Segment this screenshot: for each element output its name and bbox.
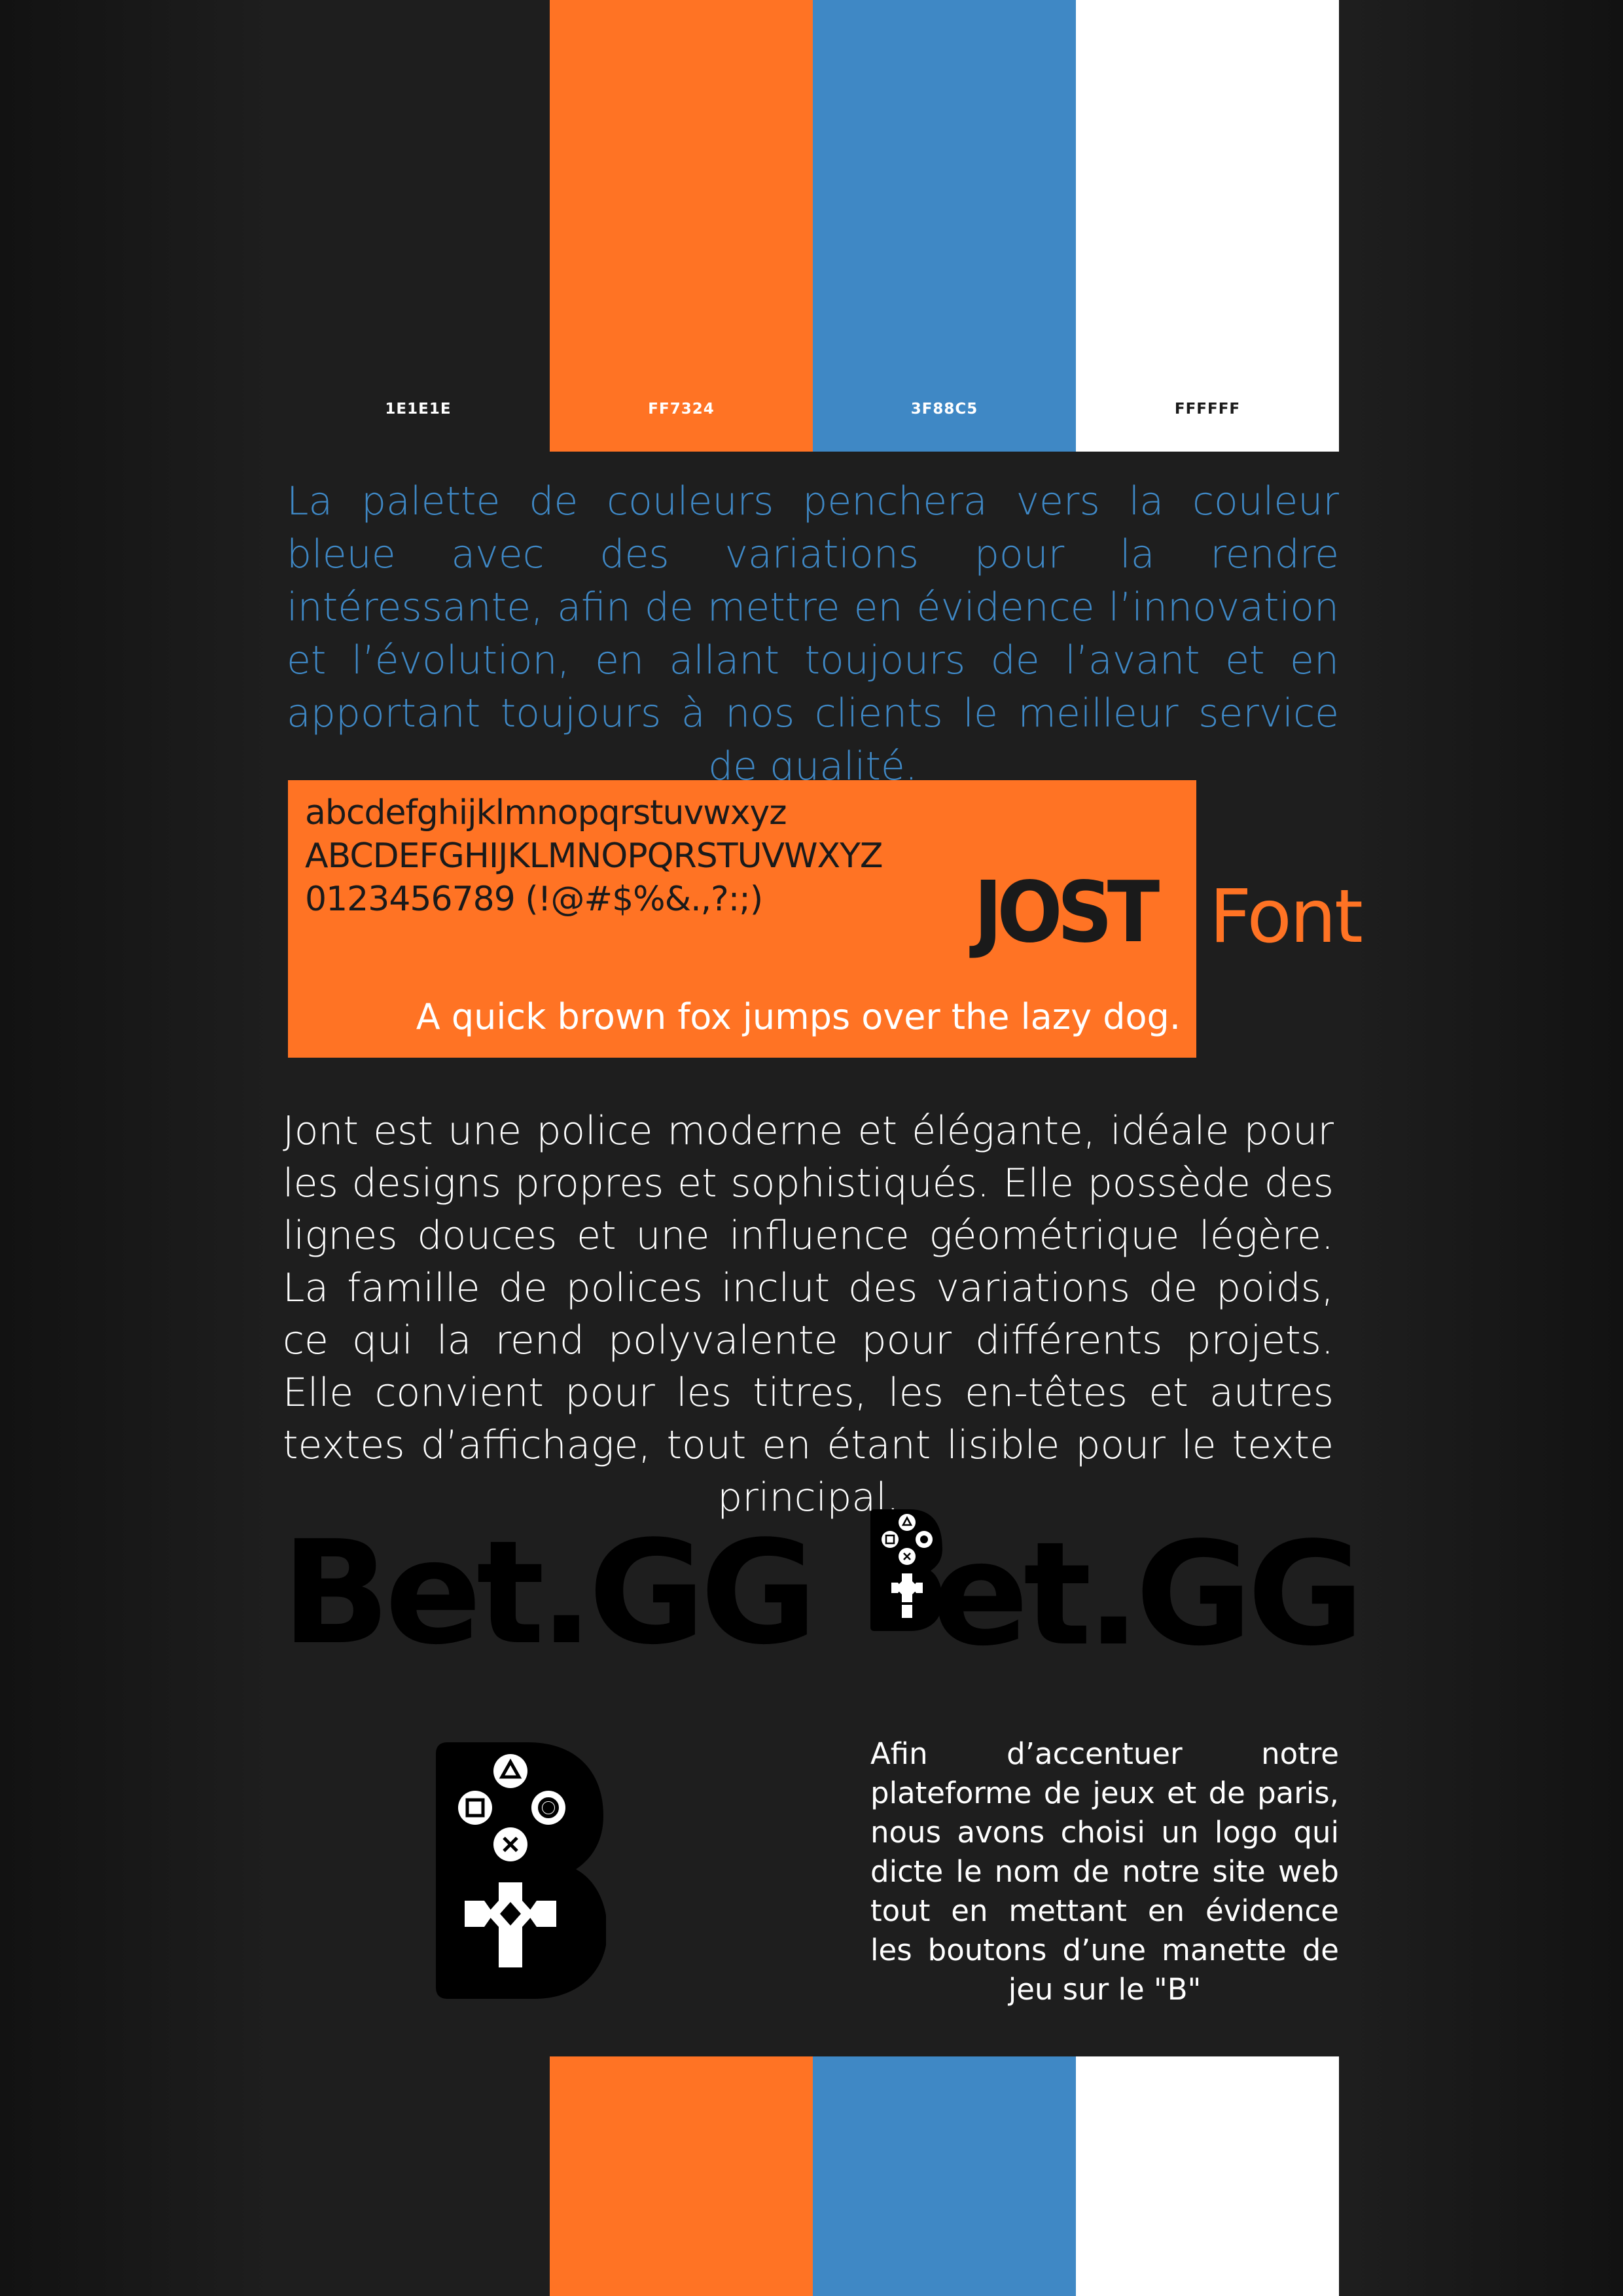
logo-description: Afin d’accentuer notre plateforme de jeu… <box>870 1736 1339 2007</box>
pangram: A quick brown fox jumps over the lazy do… <box>416 996 1181 1037</box>
lowercase-glyphs: abcdefghijklmnopqrstuvwxyz <box>305 793 787 833</box>
font-name-light: Font <box>1209 874 1363 960</box>
bottom-swatch-white <box>1076 2056 1339 2296</box>
swatch-white-hex: FFFFFF <box>1174 401 1241 418</box>
swatch-dark-hex: 1E1E1E <box>385 401 452 418</box>
bottom-swatch-orange <box>550 2056 813 2296</box>
logo-wordmark-plain: Bet.GG <box>281 1511 817 1676</box>
swatch-blue-hex: 3F88C5 <box>910 401 978 418</box>
font-description: Jont est une police moderne et élégante,… <box>283 1108 1334 1520</box>
bottom-swatch-blue <box>813 2056 1076 2296</box>
swatch-orange: FF7324 <box>550 0 813 452</box>
uppercase-glyphs: ABCDEFGHIJKLMNOPQRSTUVWXYZ <box>305 836 883 876</box>
swatch-orange-hex: FF7324 <box>648 401 715 418</box>
logo-wordmark-rest: et.GG <box>932 1512 1364 1677</box>
font-name-bold: JOST <box>974 864 1160 961</box>
swatch-dark: 1E1E1E <box>287 0 550 452</box>
digit-glyphs: 0123456789 (!@#$%&.,?:;) <box>305 880 763 919</box>
swatch-blue: 3F88C5 <box>813 0 1076 452</box>
swatch-white: FFFFFF <box>1076 0 1339 452</box>
controller-b-logo-icon <box>436 1742 606 1999</box>
logo-wordmark-with-icon: et.GG <box>870 1509 1364 1666</box>
color-description: La palette de couleurs penchera vers la … <box>287 478 1339 789</box>
